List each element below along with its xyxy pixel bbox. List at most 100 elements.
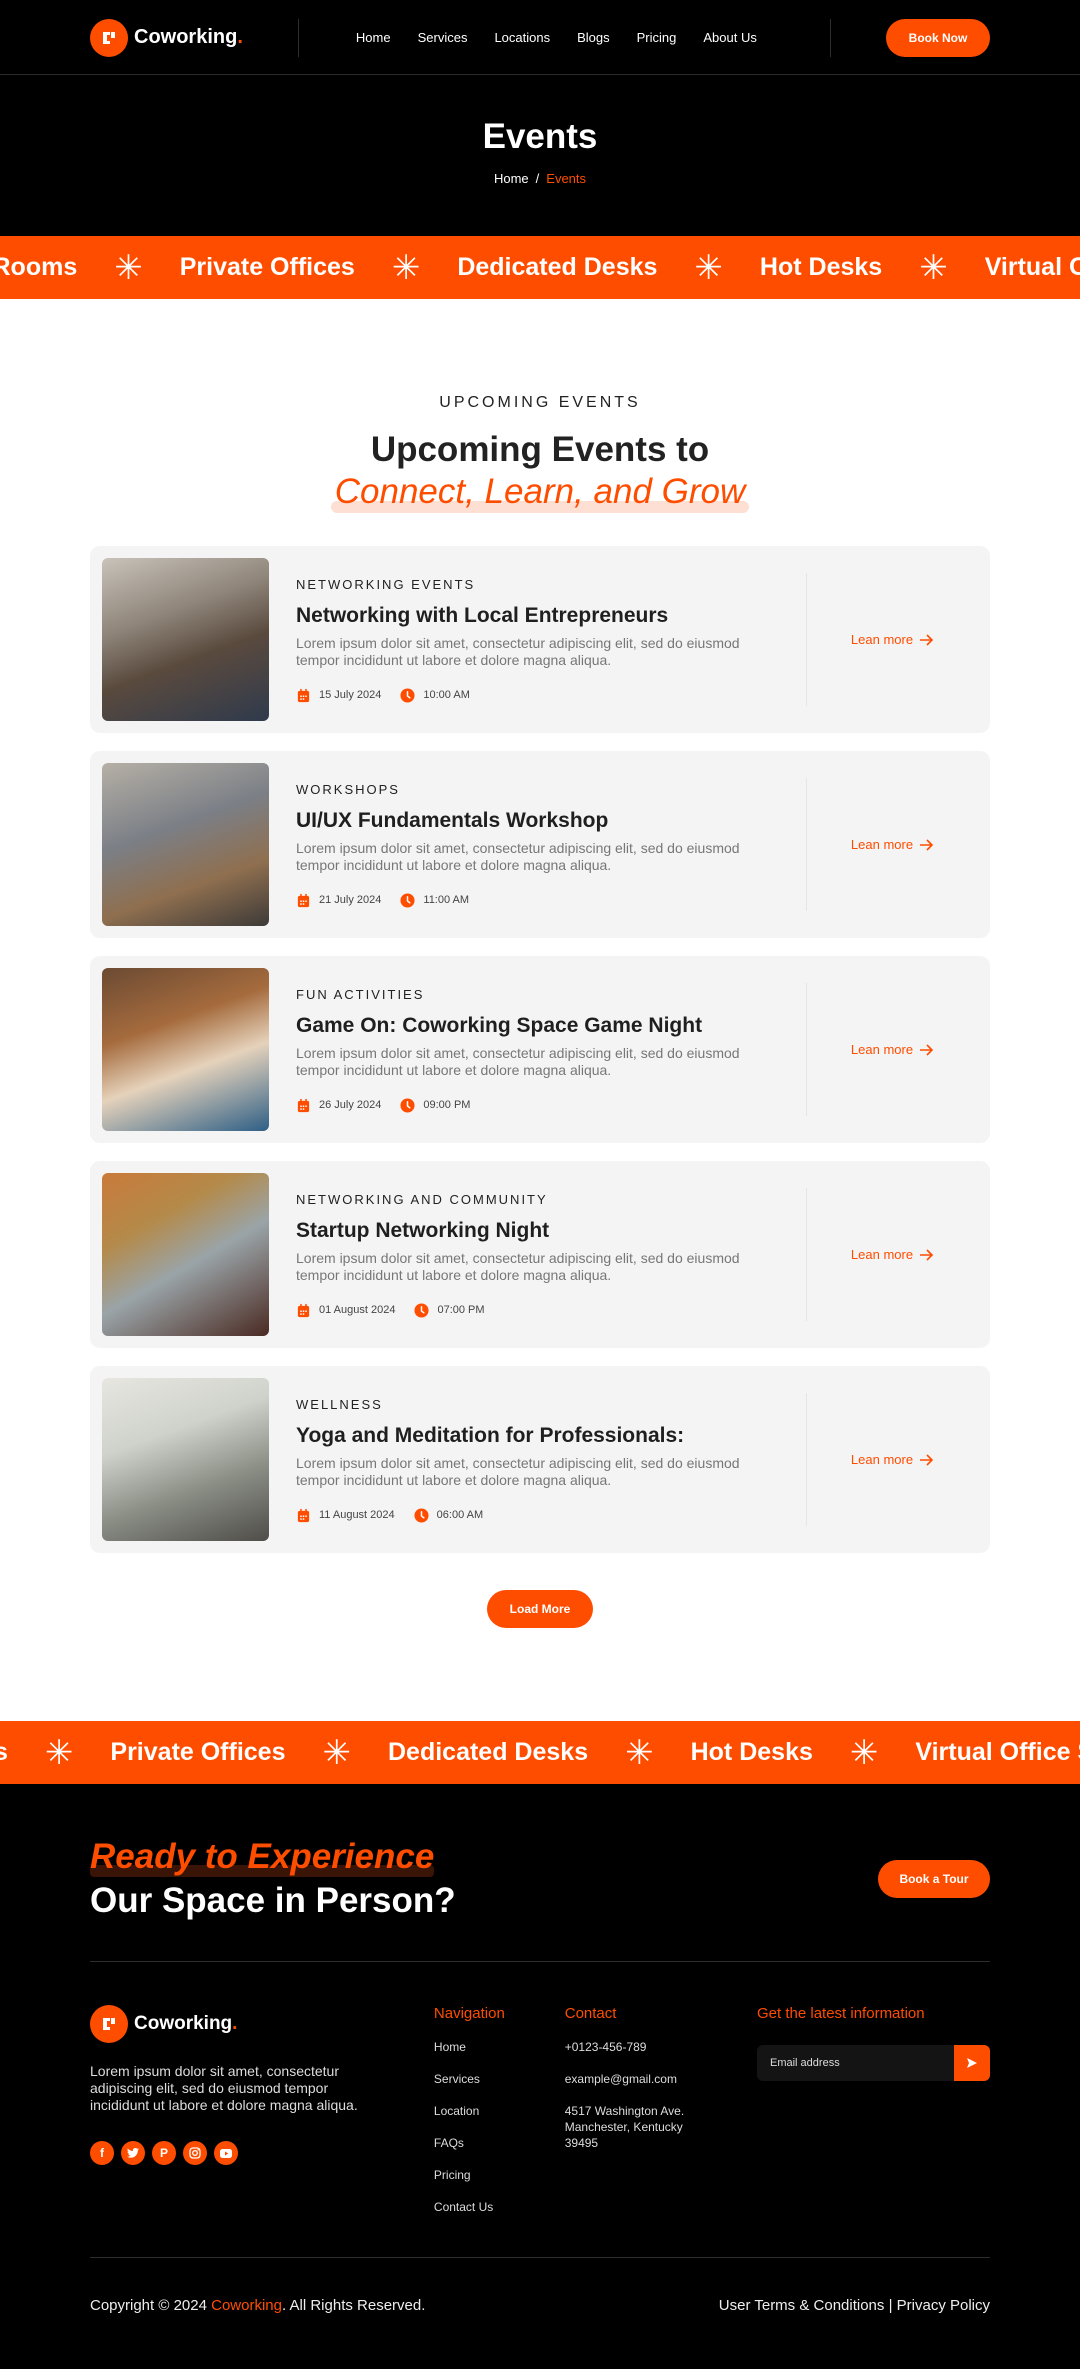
footer-logo[interactable]: Coworking. (90, 2005, 434, 2043)
site-footer: Coworking. Lorem ipsum dolor sit amet, c… (0, 1967, 1080, 2369)
logo[interactable]: Coworking. (90, 18, 243, 57)
facebook-icon[interactable]: f (90, 2141, 114, 2165)
event-time: 09:00 PM (423, 1099, 471, 1111)
asterisk-icon: ✳ (391, 248, 421, 287)
workshop-photo[interactable] (102, 763, 269, 926)
contact-phone[interactable]: +0123-456-789 (565, 2039, 757, 2055)
book-now-button[interactable]: Book Now (886, 18, 990, 57)
instagram-icon[interactable] (183, 2141, 207, 2165)
yoga-photo[interactable] (102, 1378, 269, 1541)
logo-dot: . (237, 26, 243, 48)
footer-link-home[interactable]: Home (434, 2039, 565, 2055)
nav-services[interactable]: Services (418, 30, 468, 45)
asterisk-icon: ✳ (919, 248, 948, 287)
ticker-item: Dedicated Desks (457, 253, 658, 281)
learn-more-link[interactable]: Lean more (807, 1452, 978, 1467)
nav-pricing[interactable]: Pricing (637, 30, 677, 45)
event-card: FUN ACTIVITIES Game On: Coworking Space … (90, 956, 990, 1143)
footer-nav-heading: Navigation (433, 2005, 505, 2022)
copyright-prefix: Copyright © 2024 (90, 2297, 212, 2314)
privacy-link[interactable]: Privacy Policy (897, 2297, 990, 2314)
event-title[interactable]: UI/UX Fundamentals Workshop (296, 809, 766, 833)
page-hero: Events Home / Events (0, 75, 1080, 236)
calendar-icon (297, 893, 310, 907)
event-title[interactable]: Yoga and Meditation for Professionals: (296, 1424, 766, 1448)
arrow-right-icon (920, 838, 934, 851)
legal-separator: | (884, 2297, 897, 2314)
site-header: Coworking. Home Services Locations Blogs… (0, 0, 1080, 75)
event-title[interactable]: Startup Networking Night (296, 1219, 766, 1243)
newsletter-heading: Get the latest information (757, 2005, 925, 2022)
breadcrumb-home[interactable]: Home (494, 171, 529, 186)
terms-link[interactable]: User Terms & Conditions (719, 2297, 885, 2314)
breadcrumb: Home / Events (0, 171, 1080, 186)
footer-contact-heading: Contact (564, 2005, 617, 2022)
clock-icon (400, 687, 415, 703)
email-input[interactable] (757, 2045, 954, 2081)
event-category: NETWORKING EVENTS (296, 576, 476, 592)
event-card: WORKSHOPS UI/UX Fundamentals Workshop Lo… (90, 751, 990, 938)
handshake-photo[interactable] (102, 1173, 269, 1336)
footer-link-faqs[interactable]: FAQs (434, 2135, 565, 2151)
event-list: NETWORKING EVENTS Networking with Local … (90, 546, 990, 1553)
event-date: 21 July 2024 (319, 894, 382, 906)
event-title[interactable]: Networking with Local Entrepreneurs (296, 604, 766, 628)
youtube-icon[interactable] (214, 2141, 238, 2165)
learn-more-link[interactable]: Lean more (807, 632, 978, 647)
arrow-right-icon (920, 633, 934, 646)
learn-more-link[interactable]: Lean more (807, 1247, 978, 1262)
game-night-photo[interactable] (102, 968, 269, 1131)
event-description: Lorem ipsum dolor sit amet, consectetur … (296, 634, 740, 668)
book-tour-button[interactable]: Book a Tour (878, 1860, 990, 1898)
divider (829, 18, 831, 57)
event-description: Lorem ipsum dolor sit amet, consectetur … (296, 839, 740, 873)
page-title: Events (482, 117, 598, 156)
main-nav: Home Services Locations Blogs Pricing Ab… (356, 30, 757, 45)
logo-dot: . (232, 2013, 238, 2034)
cta-line2: Our Space in Person? (90, 1881, 456, 1920)
calendar-icon (297, 1508, 310, 1522)
twitter-icon[interactable] (121, 2141, 145, 2165)
arrow-right-icon (920, 1043, 934, 1056)
newsletter-form (757, 2045, 990, 2081)
ticker-item: ng Rooms (0, 253, 78, 281)
footer-nav: Home Services Location FAQs Pricing Cont… (434, 2039, 565, 2215)
learn-more-link[interactable]: Lean more (807, 837, 978, 852)
calendar-icon (297, 1303, 310, 1317)
footer-link-pricing[interactable]: Pricing (434, 2167, 565, 2183)
event-time: 11:00 AM (423, 894, 470, 906)
event-title[interactable]: Game On: Coworking Space Game Night (296, 1014, 766, 1038)
cta-heading: Ready to Experience Our Space in Person? (90, 1835, 456, 1923)
ticker-item: s (0, 1738, 8, 1766)
load-more-button[interactable]: Load More (487, 1590, 593, 1628)
copyright-suffix: . All Rights Reserved. (282, 2297, 426, 2314)
event-category: NETWORKING AND COMMUNITY (296, 1191, 548, 1207)
footer-description: Lorem ipsum dolor sit amet, consectetur … (90, 2063, 358, 2113)
send-icon (967, 2058, 977, 2068)
send-button[interactable] (954, 2045, 990, 2081)
group-networking-photo[interactable] (102, 558, 269, 721)
learn-more-link[interactable]: Lean more (807, 1042, 978, 1057)
footer-link-services[interactable]: Services (434, 2071, 565, 2087)
event-time: 07:00 PM (437, 1304, 485, 1316)
footer-link-contact-us[interactable]: Contact Us (434, 2199, 565, 2215)
nav-locations[interactable]: Locations (494, 30, 550, 45)
arrow-right-icon (920, 1453, 934, 1466)
ticker-item: Private Offices (179, 253, 355, 281)
contact-email[interactable]: example@gmail.com (565, 2071, 757, 2087)
footer-link-location[interactable]: Location (434, 2103, 565, 2119)
nav-about-us[interactable]: About Us (703, 30, 756, 45)
asterisk-icon: ✳ (322, 1733, 352, 1772)
nav-home[interactable]: Home (356, 30, 391, 45)
calendar-icon (297, 1098, 310, 1112)
contact-address: 4517 Washington Ave. Manchester, Kentuck… (564, 2104, 685, 2150)
ticker-item: Virtual O (984, 253, 1080, 281)
clock-icon (414, 1507, 429, 1523)
nav-blogs[interactable]: Blogs (577, 30, 610, 45)
asterisk-icon: ✳ (849, 1733, 879, 1772)
asterisk-icon: ✳ (625, 1733, 654, 1772)
logo-text: Coworking (134, 2013, 233, 2034)
event-card: WELLNESS Yoga and Meditation for Profess… (90, 1366, 990, 1553)
pinterest-icon[interactable]: P (152, 2141, 176, 2165)
event-description: Lorem ipsum dolor sit amet, consectetur … (296, 1044, 740, 1078)
